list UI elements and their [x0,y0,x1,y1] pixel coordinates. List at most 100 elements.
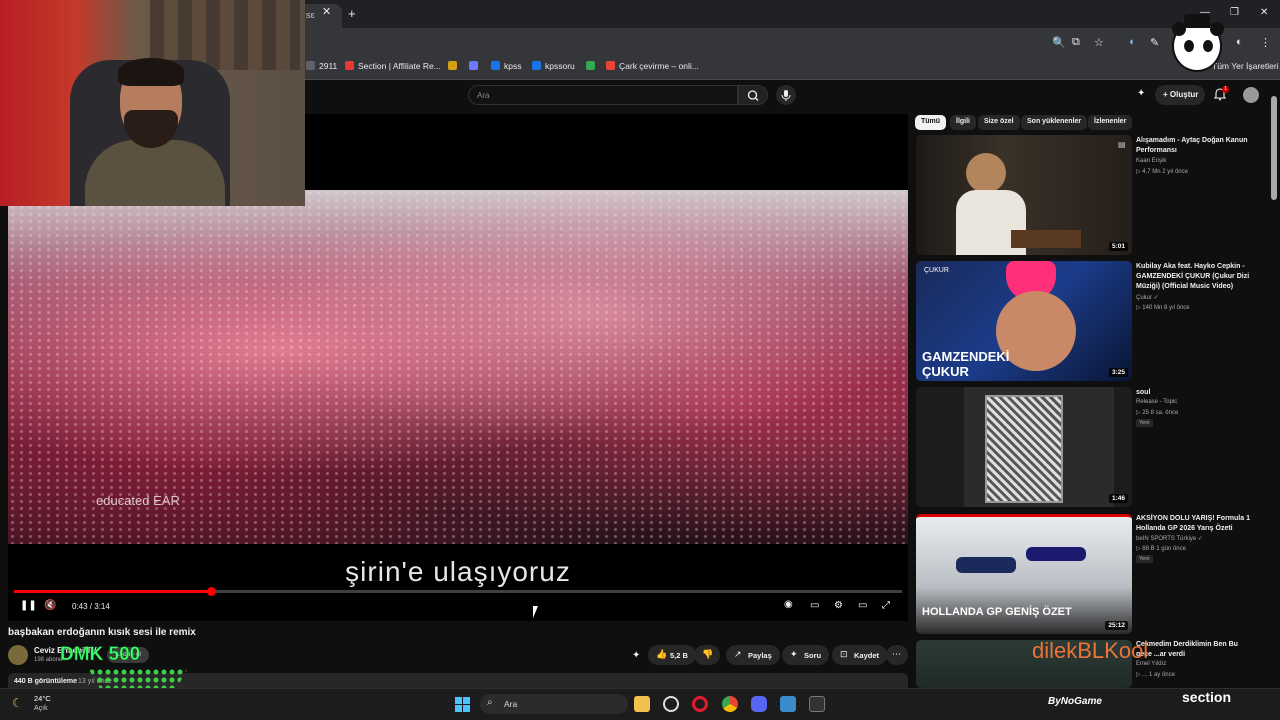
rec-channel-0[interactable]: Kaan Erişik [1136,158,1166,164]
queue-icon[interactable]: ▤ [1118,140,1126,149]
profile-icon[interactable]: ◐ [1236,36,1243,48]
rec-thumbnail-3[interactable]: HOLLANDA GP GENİŞ ÖZET 25:12 [916,514,1132,634]
webcam-hair [118,58,184,86]
subtitles-icon[interactable]: ▭ [810,600,819,611]
terminal-icon[interactable] [809,696,825,712]
cukur-logo: ÇUKUR [924,267,949,274]
ask-button[interactable]: ✦ Soru [782,645,830,665]
mute-icon[interactable]: 🔇 [44,600,56,611]
share-icon: ↗ [734,649,742,659]
bookmark-6[interactable] [586,61,599,71]
file-explorer-icon[interactable] [634,696,650,712]
dilek-overlay: dilekBLKool [1032,638,1149,663]
bookmark-3[interactable] [469,61,482,71]
voice-search-button[interactable] [776,85,796,105]
gear-app-icon[interactable] [663,696,679,712]
browser-tab[interactable]: sɛ [300,4,342,28]
tab-title: sɛ [306,10,315,20]
chip-related[interactable]: İlgili [950,115,976,130]
f1-car-icon [956,557,1016,573]
maximize-icon[interactable]: ❐ [1230,7,1239,18]
extension-yt-icon[interactable]: ✦ [1137,88,1145,99]
taskbar-search[interactable]: Ara [480,694,628,714]
bookmark-2[interactable] [448,61,461,71]
windows-start-icon[interactable] [455,697,470,712]
share-button[interactable]: ↗ Paylaş [726,645,780,665]
discord-icon[interactable] [751,696,767,712]
chip-all[interactable]: Tümü [915,115,947,130]
rec-thumbnail-2[interactable]: 1:46 [916,387,1132,507]
cast-icon[interactable]: ⧉ [1072,36,1080,49]
bookmark-favicon-icon [469,61,478,70]
search-button[interactable] [738,85,768,105]
chip-watched[interactable]: İzlenenler [1088,115,1133,130]
taskbar-search-icon: ⌕ [487,697,493,708]
zoom-icon[interactable]: 🔍 [1052,36,1066,49]
rec-channel-3[interactable]: beIN SPORTS Türkiye ✓ [1136,535,1203,542]
like-button[interactable]: 👍 5,2 B [648,645,696,665]
moon-weather-icon[interactable]: ☾ [12,696,23,710]
rec-thumbnail-1[interactable]: GAMZENDEKİ ÇUKUR ÇUKUR 3:25 [916,261,1132,381]
window-app-icon[interactable] [780,696,796,712]
rec-title-4[interactable]: Çekmedim Derdiklimin Ben Bu gece ...ar v… [1136,640,1254,660]
subscriber-count: 198 abone [34,657,63,663]
chip-recent[interactable]: Son yüklenenler [1021,115,1088,130]
rec-meta-1: ▷ 140 Mn 8 yıl önce [1136,305,1190,311]
menu-icon[interactable]: ⋮ [1260,36,1271,49]
thumbs-down-icon: 👎 [702,649,714,659]
theater-mode-icon[interactable]: ▭ [858,600,867,611]
progress-bar[interactable] [14,587,902,596]
bookmark-1[interactable]: Section | Affiliate Re... [345,61,441,71]
progress-scrubber[interactable] [207,587,217,596]
page-scrollbar[interactable] [1271,96,1277,200]
new-tab-icon[interactable]: + [348,6,356,21]
create-button[interactable]: + Oluştur [1155,85,1205,105]
bookmark-7[interactable]: Çark çevirme – onli... [606,61,699,71]
all-bookmarks[interactable]: Tüm Yer İşaretleri [1212,61,1279,71]
extension-sparkle-icon[interactable]: ✦ [632,650,640,661]
screen: sɛ ✕ + — ❐ ✕ 🔍 ⧉ ☆ ◖ ✎ ◐ ⋮ 2911 Section … [0,0,1280,720]
chrome-icon[interactable] [722,696,738,712]
bookmark-5[interactable]: kpssoru [532,61,575,71]
video-title: başbakan erdoğanın kısık sesi ile remix [8,627,196,638]
rec-thumbnail-0[interactable]: 5:01 [916,135,1132,255]
rec-duration: 5:01 [1108,242,1128,251]
bookmark-star-icon[interactable]: ☆ [1094,36,1104,49]
rec-title-3[interactable]: AKSİYON DOLU YARIŞ! Formula 1 Hollanda G… [1136,514,1254,534]
bookmark-favicon-icon [306,61,315,70]
save-button[interactable]: ⊡ Kaydet [832,645,888,665]
rec-title-2[interactable]: soul [1136,388,1254,398]
new-badge: Yeni [1136,419,1153,427]
search-icon [747,90,759,101]
search-input[interactable]: Ara [468,85,738,105]
opera-icon[interactable] [692,696,708,712]
rec-channel-2[interactable]: Release - Topic [1136,399,1177,405]
account-avatar[interactable] [1243,87,1259,103]
bookmark-icon: ⊡ [840,649,848,659]
edit-icon[interactable]: ✎ [1150,36,1159,49]
pause-icon[interactable]: ❚❚ [20,600,37,611]
chip-for-you[interactable]: Size özel [978,115,1020,130]
tab-close-icon[interactable]: ✕ [322,5,331,18]
dislike-button[interactable]: 👎 [694,645,720,665]
window-close-icon[interactable]: ✕ [1260,7,1268,18]
rec-title-1[interactable]: Kubilay Aka feat. Hayko Cepkin - GAMZEND… [1136,262,1254,292]
autoplay-toggle-icon[interactable]: ◉ [784,599,793,610]
extension-icon[interactable]: ◖ [1128,36,1135,48]
channel-avatar[interactable] [8,645,28,665]
top-hat-icon [1184,14,1210,28]
progress-played [14,590,212,593]
rec-title-0[interactable]: Alışamadım - Aytaç Doğan Kanun Performan… [1136,136,1254,156]
bookmark-favicon-icon [586,61,595,70]
rec-channel-1[interactable]: Çukur ✓ [1136,294,1159,301]
more-actions-button[interactable]: ⋯ [886,645,908,665]
video-subtitle: şirin'e ulaşıyoruz [345,556,571,587]
settings-gear-icon[interactable]: ⚙ [834,600,843,611]
streamer-webcam [0,0,305,206]
rec-meta-4: ▷ ... 1 ay önce [1136,672,1175,678]
bookmark-4[interactable]: kpss [491,61,521,71]
view-count: 440 B görüntüleme [14,678,78,685]
bookmark-0[interactable]: 2911 [306,61,337,71]
bookmark-favicon-icon [345,61,354,70]
fullscreen-icon[interactable]: ⤢ [882,600,890,611]
